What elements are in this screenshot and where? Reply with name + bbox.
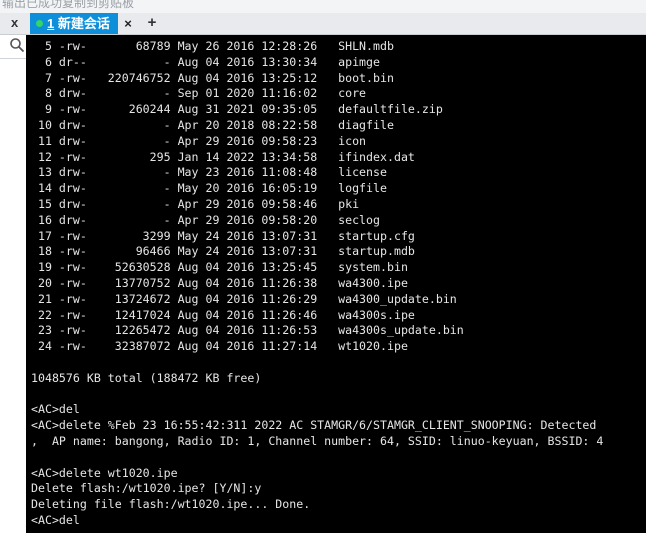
command-line: <AC>del bbox=[31, 512, 80, 527]
directory-listing-row: 15 drw- - Apr 29 2016 09:58:46 pki bbox=[31, 196, 360, 211]
directory-listing-row: 5 -rw- 68789 May 26 2016 12:28:26 SHLN.m… bbox=[31, 39, 394, 53]
window-top-strip: 输出已成功复制到剪贴板 bbox=[0, 0, 646, 13]
confirm-prompt-line: Delete flash:/wt1020.ipe? [Y/N]:y bbox=[31, 481, 262, 496]
disk-total-line: 1048576 KB total (188472 KB free) bbox=[31, 370, 262, 385]
directory-listing-row: 12 -rw- 295 Jan 14 2022 13:34:58 ifindex… bbox=[31, 149, 415, 164]
log-message-line: <AC>delete %Feb 23 16:55:42:311 2022 AC … bbox=[31, 418, 597, 433]
tab-title: 新建会话 bbox=[57, 16, 110, 31]
top-strip-text: 输出已成功复制到剪贴板 bbox=[2, 0, 135, 10]
log-message-line: , AP name: bangong, Radio ID: 1, Channel… bbox=[31, 433, 604, 448]
terminal-text: 5 -rw- 68789 May 26 2016 12:28:26 SHLN.m… bbox=[31, 39, 603, 529]
side-panel-header: x bbox=[0, 13, 26, 35]
directory-listing-row: 22 -rw- 12417024 Aug 04 2016 11:26:46 wa… bbox=[31, 307, 415, 322]
directory-listing-row: 20 -rw- 13770752 Aug 04 2016 11:26:38 wa… bbox=[31, 275, 408, 290]
directory-listing-row: 17 -rw- 3299 May 24 2016 13:07:31 startu… bbox=[31, 228, 415, 243]
directory-listing-row: 18 -rw- 96466 May 24 2016 13:07:31 start… bbox=[31, 244, 415, 259]
directory-listing-row: 8 drw- - Sep 01 2020 11:16:02 core bbox=[31, 86, 367, 101]
session-side-panel: x bbox=[0, 13, 27, 533]
tab-label: 1 新建会话 bbox=[47, 13, 110, 34]
search-icon[interactable] bbox=[9, 37, 25, 53]
directory-listing-row: 9 -rw- 260244 Aug 31 2021 09:35:05 defau… bbox=[31, 102, 443, 117]
side-panel-divider bbox=[0, 58, 26, 59]
directory-listing-row: 13 drw- - May 23 2016 11:08:48 license bbox=[31, 165, 387, 180]
side-panel-close-icon[interactable]: x bbox=[11, 15, 18, 30]
tab-close-icon[interactable]: × bbox=[118, 13, 138, 34]
terminal-output[interactable]: 5 -rw- 68789 May 26 2016 12:28:26 SHLN.m… bbox=[26, 35, 646, 533]
command-line: <AC>del bbox=[31, 402, 80, 417]
directory-listing-row: 19 -rw- 52630528 Aug 04 2016 13:25:45 sy… bbox=[31, 260, 408, 275]
result-line: Deleting file flash:/wt1020.ipe... Done. bbox=[31, 497, 311, 512]
directory-listing-row: 23 -rw- 12265472 Aug 04 2016 11:26:53 wa… bbox=[31, 323, 464, 338]
tab-new-session[interactable]: 1 新建会话 × bbox=[30, 13, 138, 34]
directory-listing-row: 11 drw- - Apr 29 2016 09:58:23 icon bbox=[31, 133, 367, 148]
connected-status-icon bbox=[36, 20, 43, 27]
add-tab-icon[interactable]: + bbox=[144, 13, 160, 34]
directory-listing-row: 16 drw- - Apr 29 2016 09:58:20 seclog bbox=[31, 212, 381, 227]
directory-listing-row: 7 -rw- 220746752 Aug 04 2016 13:25:12 bo… bbox=[31, 70, 394, 85]
tab-number: 1 bbox=[47, 16, 55, 31]
command-line: <AC>delete wt1020.ipe bbox=[31, 465, 178, 480]
directory-listing-row: 21 -rw- 13724672 Aug 04 2016 11:26:29 wa… bbox=[31, 291, 457, 306]
directory-listing-row: 14 drw- - May 20 2016 16:05:19 logfile bbox=[31, 181, 387, 196]
directory-listing-row: 6 dr-- - Aug 04 2016 13:30:34 apimge bbox=[31, 54, 381, 69]
directory-listing-row: 10 drw- - Apr 20 2018 08:22:58 diagfile bbox=[31, 117, 394, 132]
session-tab-bar: 1 新建会话 × + bbox=[26, 13, 646, 35]
directory-listing-row: 24 -rw- 32387072 Aug 04 2016 11:27:14 wt… bbox=[31, 339, 408, 354]
